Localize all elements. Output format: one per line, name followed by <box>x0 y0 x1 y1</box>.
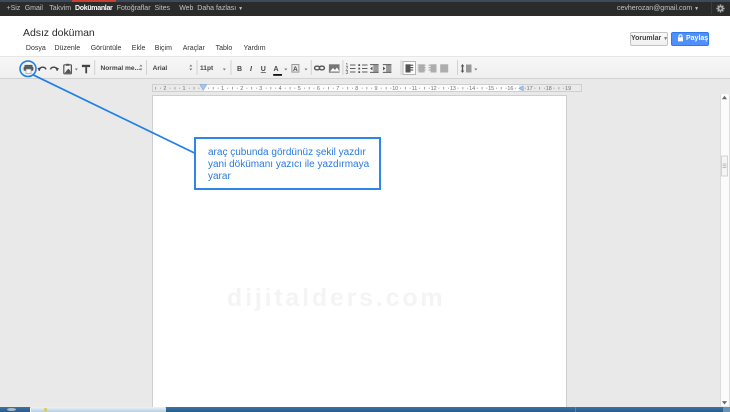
svg-text:3: 3 <box>346 70 349 76</box>
svg-text:A: A <box>274 66 279 73</box>
svg-text:4: 4 <box>279 86 282 92</box>
svg-text:15: 15 <box>488 86 494 92</box>
svg-text:Normal me...: Normal me... <box>101 65 141 72</box>
svg-text:B: B <box>237 66 242 73</box>
svg-text:13: 13 <box>450 86 456 92</box>
svg-text:1: 1 <box>221 86 224 92</box>
svg-text:19: 19 <box>565 86 571 92</box>
svg-text:10: 10 <box>392 86 398 92</box>
svg-text:2: 2 <box>240 86 243 92</box>
svg-text:1: 1 <box>183 86 186 92</box>
svg-text:2: 2 <box>163 86 166 92</box>
svg-text:18: 18 <box>546 86 552 92</box>
svg-text:14: 14 <box>469 86 475 92</box>
svg-text:3: 3 <box>259 86 262 92</box>
svg-text:U: U <box>261 66 266 73</box>
svg-text:I: I <box>250 66 253 73</box>
svg-text:12: 12 <box>431 86 437 92</box>
svg-text:9: 9 <box>375 86 378 92</box>
svg-text:6: 6 <box>317 86 320 92</box>
svg-text:11pt: 11pt <box>200 65 214 72</box>
svg-text:17: 17 <box>527 86 533 92</box>
svg-text:5: 5 <box>298 86 301 92</box>
svg-text:8: 8 <box>355 86 358 92</box>
svg-text:7: 7 <box>336 86 339 92</box>
svg-text:11: 11 <box>412 86 418 92</box>
svg-text:Arial: Arial <box>153 65 168 72</box>
svg-text:A: A <box>293 66 298 73</box>
svg-text:16: 16 <box>507 86 513 92</box>
